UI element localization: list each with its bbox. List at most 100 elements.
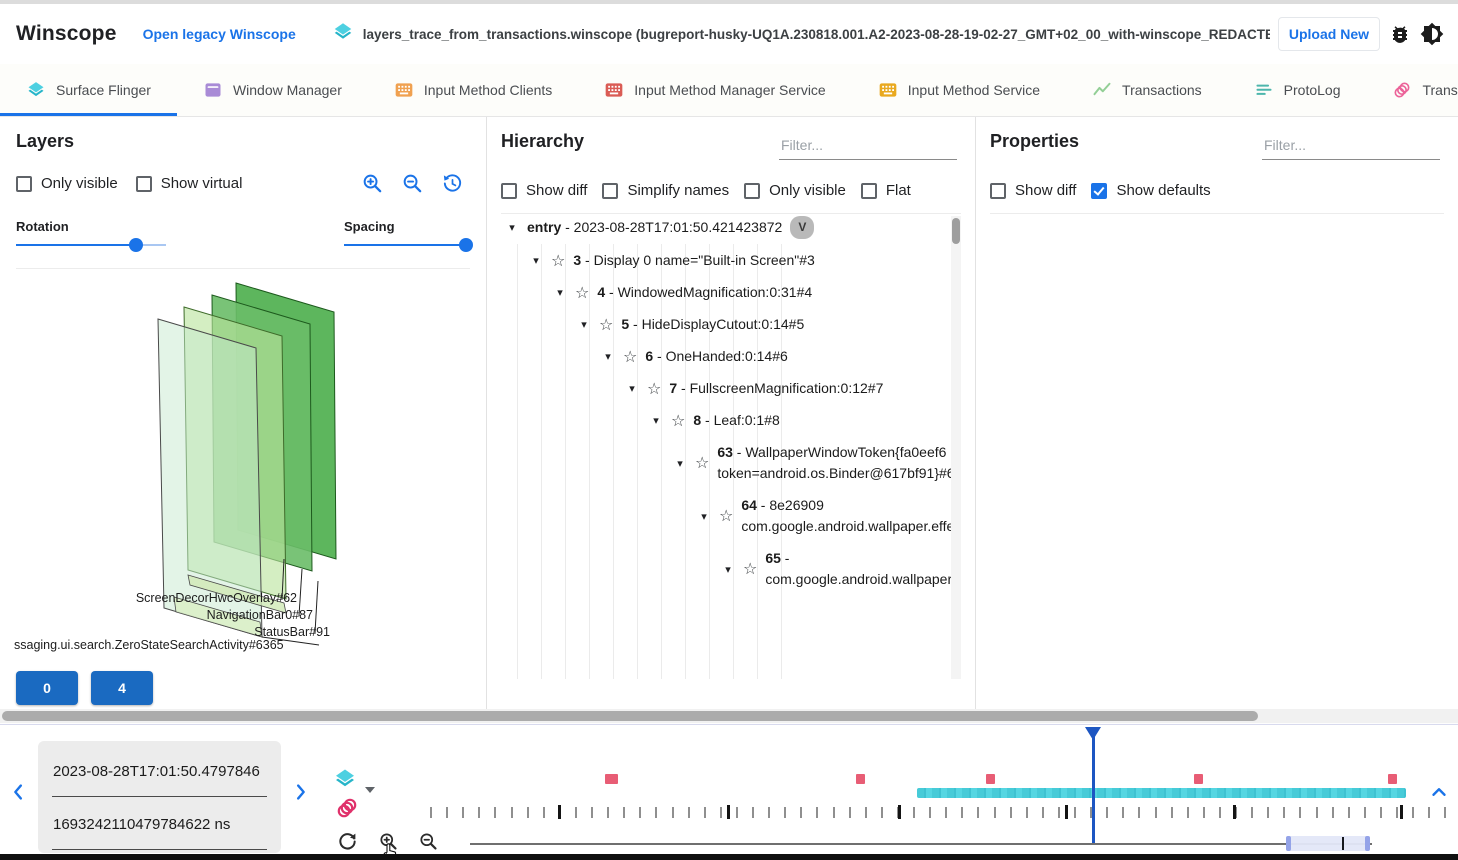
layer-id-button-0[interactable]: 0 <box>16 671 78 705</box>
expand-arrow-icon[interactable]: ▾ <box>721 563 735 576</box>
transition-marker[interactable] <box>856 774 865 784</box>
timeline-cursor[interactable] <box>1092 727 1095 844</box>
spacing-slider[interactable] <box>344 238 470 252</box>
collapse-timeline-chevron-icon[interactable] <box>1428 781 1450 803</box>
tree-node-label: 7 - FullscreenMagnification:0:12#7 <box>669 378 883 399</box>
transition-marker[interactable] <box>986 774 995 784</box>
checkbox[interactable] <box>744 183 760 199</box>
next-entry-chevron-icon[interactable] <box>289 781 311 803</box>
pin-star-icon[interactable]: ☆ <box>551 251 565 271</box>
expand-arrow-icon[interactable]: ▾ <box>601 350 615 363</box>
simplify-names-checkbox[interactable]: Simplify names <box>602 182 729 199</box>
overview-handle-right[interactable] <box>1365 836 1370 851</box>
surface-flinger-trace-icon[interactable] <box>333 767 357 796</box>
tree-node[interactable]: ▾☆5 - HideDisplayCutout:0:14#5 <box>501 314 946 335</box>
reset-view-icon[interactable] <box>441 172 464 195</box>
tree-node[interactable]: ▾☆63 - WallpaperWindowToken{fa0eef6 toke… <box>501 442 946 484</box>
tab-input-method-manager-service[interactable]: Input Method Manager Service <box>578 64 851 116</box>
pin-star-icon[interactable]: ☆ <box>623 347 637 367</box>
tab-protolog[interactable]: ProtoLog <box>1228 64 1367 116</box>
tree-node[interactable]: ▾ entry - 2023-08-28T17:01:50.421423872V <box>501 216 946 239</box>
overview-track[interactable] <box>470 843 1372 845</box>
expand-arrow-icon[interactable]: ▾ <box>649 414 663 427</box>
tab-surface-flinger[interactable]: Surface Flinger <box>0 64 177 116</box>
checkbox[interactable] <box>136 176 152 192</box>
surface-flinger-trace-bar[interactable] <box>917 788 1406 798</box>
pin-star-icon[interactable]: ☆ <box>695 453 709 473</box>
slider-thumb[interactable] <box>129 238 143 252</box>
tab-input-method-service[interactable]: Input Method Service <box>852 64 1066 116</box>
zoom-out-icon[interactable] <box>401 172 424 195</box>
tree-node[interactable]: ▾ ☆ 7 - FullscreenMagnification:0:12#7 <box>501 378 946 399</box>
show-diff-checkbox[interactable]: Show diff <box>990 182 1076 199</box>
expand-arrow-icon[interactable]: ▾ <box>577 318 591 331</box>
overview-selection[interactable] <box>1288 836 1368 851</box>
tree-node[interactable]: ▾☆8 - Leaf:0:1#8 <box>501 410 946 431</box>
trace-selector-caret-icon[interactable] <box>365 787 375 793</box>
checkbox[interactable] <box>1091 183 1107 199</box>
show-diff-checkbox[interactable]: Show diff <box>501 182 587 199</box>
ruler-tick <box>961 807 963 818</box>
tree-node[interactable]: ▾☆4 - WindowedMagnification:0:31#4 <box>501 282 946 303</box>
expand-arrow-icon[interactable]: ▾ <box>625 382 639 395</box>
ruler-tick <box>881 807 883 818</box>
zoom-in-icon[interactable] <box>361 172 384 195</box>
visibility-badge: V <box>790 216 814 239</box>
overview-handle-left[interactable] <box>1286 836 1291 851</box>
prev-entry-chevron-icon[interactable] <box>8 781 30 803</box>
ns-timestamp-input[interactable] <box>52 800 267 850</box>
upload-new-button[interactable]: Upload New <box>1278 17 1380 51</box>
hierarchy-filter-input[interactable] <box>779 131 957 160</box>
transition-marker[interactable] <box>1194 774 1203 784</box>
tree-node[interactable]: ▾☆3 - Display 0 name="Built-in Screen"#3 <box>501 250 946 271</box>
tree-node[interactable]: ▾☆64 - 8e26909 com.google.android.wallpa… <box>501 495 946 537</box>
show-defaults-checkbox[interactable]: Show defaults <box>1091 182 1210 199</box>
transition-marker[interactable] <box>1388 774 1397 784</box>
transition-marker[interactable] <box>605 774 618 784</box>
expand-arrow-icon[interactable]: ▾ <box>505 221 519 234</box>
hierarchy-scrollbar[interactable] <box>951 216 961 679</box>
dark-mode-toggle-icon[interactable] <box>1420 22 1444 46</box>
expand-arrow-icon[interactable]: ▾ <box>553 286 567 299</box>
scrollbar-thumb[interactable] <box>2 711 1258 721</box>
pin-star-icon[interactable]: ☆ <box>743 559 757 579</box>
transitions-trace-icon[interactable] <box>335 796 359 825</box>
report-bug-icon[interactable] <box>1388 22 1412 46</box>
open-legacy-link[interactable]: Open legacy Winscope <box>143 26 296 42</box>
pin-star-icon[interactable]: ☆ <box>575 283 589 303</box>
expand-arrow-icon[interactable]: ▾ <box>697 510 711 523</box>
properties-filter-input[interactable] <box>1262 131 1440 160</box>
only-visible-checkbox[interactable]: Only visible <box>16 175 118 192</box>
pin-star-icon[interactable]: ☆ <box>599 315 613 335</box>
checkbox[interactable] <box>501 183 517 199</box>
layer-id-button-4[interactable]: 4 <box>91 671 153 705</box>
show-virtual-checkbox[interactable]: Show virtual <box>136 175 243 192</box>
checkbox[interactable] <box>602 183 618 199</box>
rotation-slider[interactable] <box>16 238 166 252</box>
tab-window-manager[interactable]: Window Manager <box>177 64 368 116</box>
only-visible-checkbox[interactable]: Only visible <box>744 182 846 199</box>
tab-transitions[interactable]: Transitions <box>1366 64 1458 116</box>
slider-thumb[interactable] <box>459 238 473 252</box>
expand-arrow-icon[interactable]: ▾ <box>529 254 543 267</box>
tree-node[interactable]: ▾☆6 - OneHanded:0:14#6 <box>501 346 946 367</box>
pin-star-icon[interactable]: ☆ <box>719 506 733 526</box>
layers-3d-view[interactable]: ScreenDecorHwcOverlay#62 NavigationBar0#… <box>16 269 470 661</box>
tab-transactions[interactable]: Transactions <box>1066 64 1228 116</box>
flat-checkbox[interactable]: Flat <box>861 182 911 199</box>
ruler-tick <box>1187 807 1189 818</box>
pin-star-icon[interactable]: ☆ <box>647 379 661 399</box>
pin-star-icon[interactable]: ☆ <box>671 411 685 431</box>
horizontal-scrollbar[interactable] <box>0 709 1458 723</box>
human-timestamp-input[interactable] <box>52 747 267 797</box>
checkbox[interactable] <box>990 183 1006 199</box>
ruler-tick <box>1106 807 1108 818</box>
tab-input-method-clients[interactable]: Input Method Clients <box>368 64 578 116</box>
tree-node-label: entry - 2023-08-28T17:01:50.421423872V <box>527 216 814 239</box>
expand-arrow-icon[interactable]: ▾ <box>673 457 687 470</box>
checkbox[interactable] <box>16 176 32 192</box>
tree-node[interactable]: ▾☆65 - com.google.android.wallpaper.effe… <box>501 548 946 590</box>
layers-controls: Only visible Show virtual <box>16 172 470 195</box>
checkbox[interactable] <box>861 183 877 199</box>
scrollbar-thumb[interactable] <box>952 218 960 244</box>
